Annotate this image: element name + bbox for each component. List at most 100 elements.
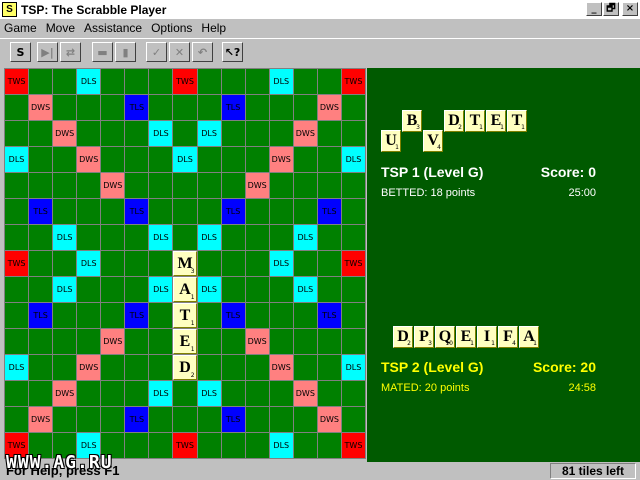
board-square[interactable]	[197, 173, 221, 198]
board-square[interactable]	[77, 381, 101, 406]
rack-tile[interactable]: I1	[477, 326, 497, 348]
board-square[interactable]	[197, 329, 221, 354]
board-square[interactable]	[53, 199, 77, 224]
board-square[interactable]	[293, 407, 317, 432]
board-square[interactable]	[53, 251, 77, 276]
board-square[interactable]	[101, 251, 125, 276]
board-square[interactable]	[293, 251, 317, 276]
board-square[interactable]	[5, 381, 29, 406]
board-square[interactable]	[29, 381, 53, 406]
board-square[interactable]: DLS	[341, 147, 365, 172]
board-square[interactable]	[77, 303, 101, 328]
board-square[interactable]	[197, 147, 221, 172]
board-square[interactable]	[29, 329, 53, 354]
board-square[interactable]	[101, 95, 125, 120]
board-square[interactable]	[269, 121, 293, 146]
board-square[interactable]	[53, 69, 77, 94]
board-square[interactable]	[53, 407, 77, 432]
board-square[interactable]	[53, 173, 77, 198]
board-square[interactable]	[5, 303, 29, 328]
board-square[interactable]	[125, 355, 149, 380]
board-square[interactable]	[269, 277, 293, 302]
board-square[interactable]	[173, 173, 197, 198]
board-square[interactable]: DWS	[101, 329, 125, 354]
board-square[interactable]	[53, 95, 77, 120]
board-square[interactable]	[125, 329, 149, 354]
board-square[interactable]	[341, 121, 365, 146]
cancel-button[interactable]: ✕	[169, 42, 190, 62]
board-square[interactable]	[197, 251, 221, 276]
board-square[interactable]: DLS	[269, 251, 293, 276]
board-square[interactable]	[317, 173, 341, 198]
board-square[interactable]	[5, 407, 29, 432]
board-square[interactable]: DLS	[77, 69, 101, 94]
board-square[interactable]	[293, 303, 317, 328]
board-square[interactable]: DWS	[269, 147, 293, 172]
board-square[interactable]	[125, 147, 149, 172]
board-square[interactable]: TWS	[173, 433, 197, 458]
rack-tile[interactable]: T1	[465, 110, 485, 132]
board-square[interactable]	[5, 277, 29, 302]
board-square[interactable]: DWS	[53, 381, 77, 406]
board-square[interactable]	[77, 95, 101, 120]
board-square[interactable]	[341, 225, 365, 250]
board-square[interactable]: TWS	[341, 69, 365, 94]
rack-tile[interactable]: D2	[444, 110, 464, 132]
board-square[interactable]	[269, 225, 293, 250]
play-next-button[interactable]: ▶|	[37, 42, 58, 62]
board-square[interactable]: TLS	[221, 199, 245, 224]
minimize-button[interactable]: _	[586, 2, 602, 16]
board-square[interactable]	[197, 303, 221, 328]
board-square[interactable]: DWS	[101, 173, 125, 198]
board-tile[interactable]: D2	[173, 355, 197, 380]
board-square[interactable]: DWS	[293, 121, 317, 146]
board-square[interactable]	[125, 225, 149, 250]
board-square[interactable]: DWS	[293, 381, 317, 406]
board-square[interactable]	[173, 121, 197, 146]
board-square[interactable]	[149, 173, 173, 198]
board-square[interactable]: TLS	[125, 95, 149, 120]
help-button[interactable]: ↖?	[222, 42, 243, 62]
menu-move[interactable]: Move	[46, 21, 75, 35]
board-square[interactable]	[5, 95, 29, 120]
board-square[interactable]: DWS	[269, 355, 293, 380]
board-square[interactable]	[173, 225, 197, 250]
board-square[interactable]	[29, 355, 53, 380]
board-square[interactable]	[149, 355, 173, 380]
board-square[interactable]: DLS	[149, 381, 173, 406]
board-square[interactable]	[317, 69, 341, 94]
board-square[interactable]: DLS	[5, 147, 29, 172]
board-square[interactable]: DLS	[149, 121, 173, 146]
board-square[interactable]	[173, 199, 197, 224]
board-square[interactable]	[293, 69, 317, 94]
board-square[interactable]	[269, 173, 293, 198]
rack-tile[interactable]: B3	[402, 110, 422, 132]
board-square[interactable]: DWS	[77, 355, 101, 380]
board-square[interactable]: TLS	[125, 199, 149, 224]
board-square[interactable]	[149, 407, 173, 432]
board-square[interactable]	[221, 225, 245, 250]
board-square[interactable]	[149, 433, 173, 458]
board-square[interactable]	[341, 173, 365, 198]
board-square[interactable]	[149, 69, 173, 94]
board-square[interactable]: TWS	[5, 69, 29, 94]
board-square[interactable]	[245, 69, 269, 94]
check-button[interactable]: ✓	[146, 42, 167, 62]
board-square[interactable]	[317, 355, 341, 380]
board-square[interactable]	[317, 433, 341, 458]
board-square[interactable]: TLS	[317, 199, 341, 224]
board-square[interactable]	[53, 303, 77, 328]
board-square[interactable]	[149, 251, 173, 276]
board-square[interactable]: TWS	[341, 433, 365, 458]
column-button[interactable]: ▮	[115, 42, 136, 62]
board-square[interactable]	[101, 147, 125, 172]
board-square[interactable]	[293, 355, 317, 380]
board-square[interactable]: DLS	[293, 225, 317, 250]
board-square[interactable]	[5, 225, 29, 250]
board-square[interactable]: DLS	[197, 121, 221, 146]
board-square[interactable]	[101, 407, 125, 432]
board-square[interactable]: DLS	[53, 277, 77, 302]
board-square[interactable]	[5, 199, 29, 224]
board-square[interactable]	[173, 95, 197, 120]
board-square[interactable]	[293, 173, 317, 198]
